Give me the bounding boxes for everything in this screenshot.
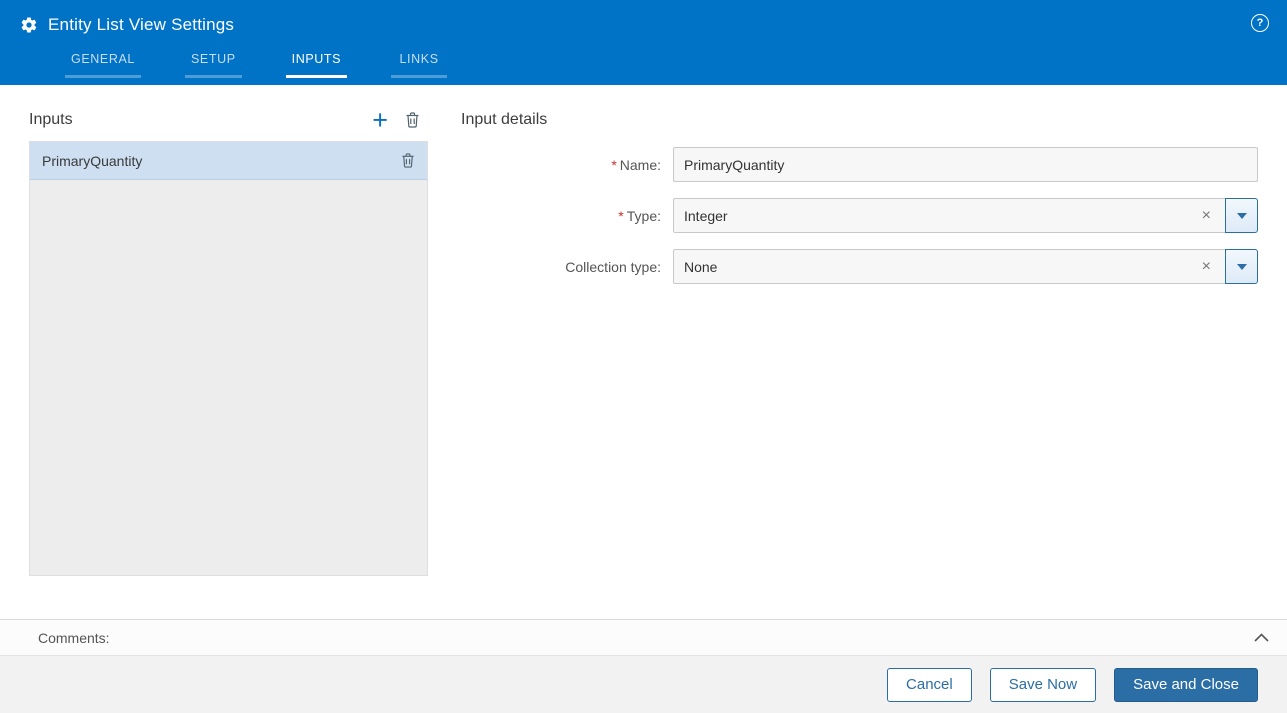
type-field-label: * Type: bbox=[618, 207, 661, 224]
title-row: Entity List View Settings bbox=[20, 14, 1287, 36]
entity-list-view-settings-dialog: Entity List View Settings ? GENERAL SETU… bbox=[0, 0, 1287, 713]
tab-setup[interactable]: SETUP bbox=[184, 48, 242, 78]
comments-bar: Comments: bbox=[0, 619, 1287, 655]
type-dropdown-button[interactable] bbox=[1225, 198, 1258, 233]
tab-bar: GENERAL SETUP INPUTS LINKS bbox=[65, 48, 1287, 78]
collection-type-combobox[interactable]: None × bbox=[673, 249, 1226, 284]
chevron-down-icon bbox=[1236, 263, 1247, 270]
footer-bar: Cancel Save Now Save and Close bbox=[0, 655, 1287, 713]
clear-type-icon[interactable]: × bbox=[1196, 207, 1217, 225]
settings-gear-icon bbox=[20, 16, 38, 34]
collection-type-combobox-value: None bbox=[684, 258, 718, 275]
inputs-panel-header: Inputs + bbox=[29, 105, 428, 135]
input-details-title: Input details bbox=[461, 111, 548, 128]
tab-links[interactable]: LINKS bbox=[391, 48, 448, 78]
main-content: Inputs + PrimaryQuantity Input details *… bbox=[0, 85, 1287, 619]
required-marker: * bbox=[618, 207, 624, 224]
name-field-label: * Name: bbox=[611, 156, 661, 173]
save-and-close-button[interactable]: Save and Close bbox=[1114, 667, 1258, 702]
type-combobox-value: Integer bbox=[684, 207, 728, 224]
type-field-row: * Type: Integer × bbox=[461, 198, 1258, 233]
cancel-button[interactable]: Cancel bbox=[887, 667, 972, 702]
dialog-title: Entity List View Settings bbox=[48, 15, 235, 34]
list-item-label: PrimaryQuantity bbox=[42, 152, 143, 169]
row-trash-icon[interactable] bbox=[401, 153, 415, 168]
header: Entity List View Settings ? GENERAL SETU… bbox=[0, 0, 1287, 85]
name-field-row: * Name: bbox=[461, 147, 1258, 182]
tab-general[interactable]: GENERAL bbox=[65, 48, 141, 78]
collapse-comments-icon[interactable] bbox=[1254, 633, 1269, 642]
tab-inputs[interactable]: INPUTS bbox=[285, 48, 348, 78]
inputs-panel: Inputs + PrimaryQuantity bbox=[29, 105, 428, 619]
required-marker: * bbox=[611, 156, 617, 173]
name-input[interactable] bbox=[673, 147, 1258, 182]
clear-collection-type-icon[interactable]: × bbox=[1196, 258, 1217, 276]
type-combobox[interactable]: Integer × bbox=[673, 198, 1226, 233]
save-now-button[interactable]: Save Now bbox=[989, 667, 1097, 702]
collection-type-field-label: Collection type: bbox=[565, 258, 661, 275]
help-icon[interactable]: ? bbox=[1251, 14, 1269, 32]
comments-label: Comments: bbox=[38, 629, 110, 646]
chevron-down-icon bbox=[1236, 212, 1247, 219]
input-details-panel: Input details *Name: *Type: Integer × bbox=[461, 105, 1258, 619]
collection-type-dropdown-button[interactable] bbox=[1225, 249, 1258, 284]
collection-type-field-row: Collection type: None × bbox=[461, 249, 1258, 284]
inputs-panel-title: Inputs bbox=[29, 111, 73, 128]
list-item[interactable]: PrimaryQuantity bbox=[30, 142, 427, 180]
inputs-list: PrimaryQuantity bbox=[29, 141, 428, 576]
delete-input-icon[interactable] bbox=[405, 112, 420, 128]
add-input-icon[interactable]: + bbox=[372, 107, 388, 134]
